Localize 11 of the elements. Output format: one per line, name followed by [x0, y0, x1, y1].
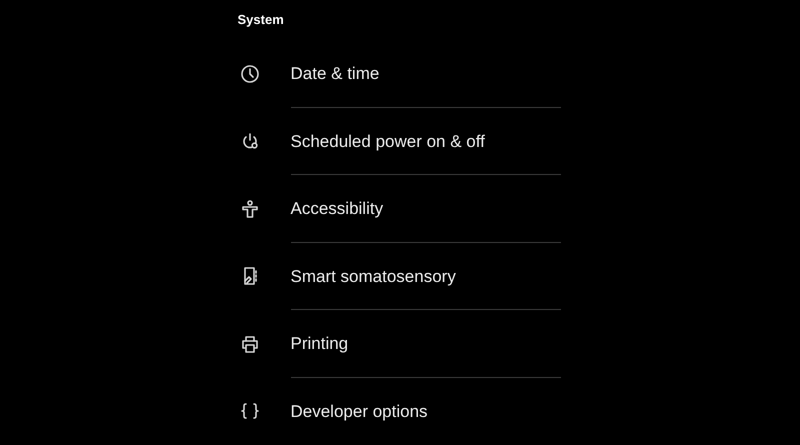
printer-icon — [240, 334, 260, 354]
setting-item[interactable]: Developer options — [290, 398, 428, 424]
setting-item[interactable]: Accessibility — [290, 196, 384, 222]
braces-icon — [240, 401, 260, 422]
clock-icon — [240, 64, 260, 84]
setting-item[interactable]: Smart somatosensory — [290, 264, 456, 289]
accessibility-icon — [240, 198, 260, 219]
setting-item[interactable]: Printing — [290, 331, 348, 356]
setting-item[interactable]: Date & time — [290, 61, 380, 86]
section-title: System — [238, 11, 284, 30]
setting-item[interactable]: Scheduled power on & off — [290, 128, 485, 154]
